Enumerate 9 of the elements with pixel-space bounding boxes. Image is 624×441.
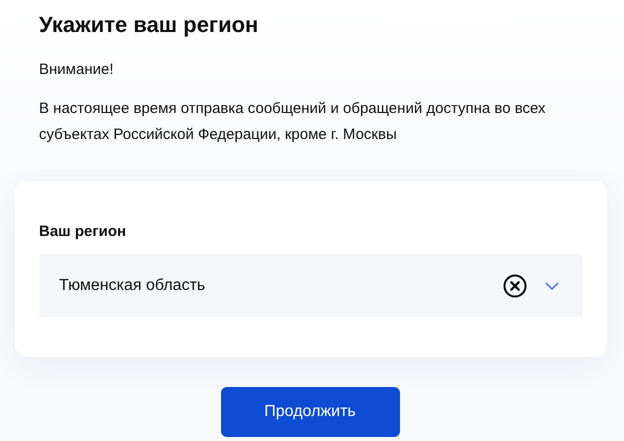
chevron-down-icon[interactable] <box>545 282 559 290</box>
notice-message: В настоящее время отправка сообщений и обращений доступна во всех субъектах Российской Федерации, кроме г. Москвы <box>39 99 547 145</box>
region-select[interactable]: Тюменская область <box>39 254 583 317</box>
field-label: Ваш регион <box>39 222 128 242</box>
selected-region: Тюменская область <box>59 276 206 294</box>
page-title: Укажите ваш регион <box>39 11 260 39</box>
continue-button[interactable]: Продолжить <box>220 387 400 437</box>
notice-text: Внимание! <box>39 60 114 80</box>
clear-icon[interactable] <box>503 274 527 298</box>
